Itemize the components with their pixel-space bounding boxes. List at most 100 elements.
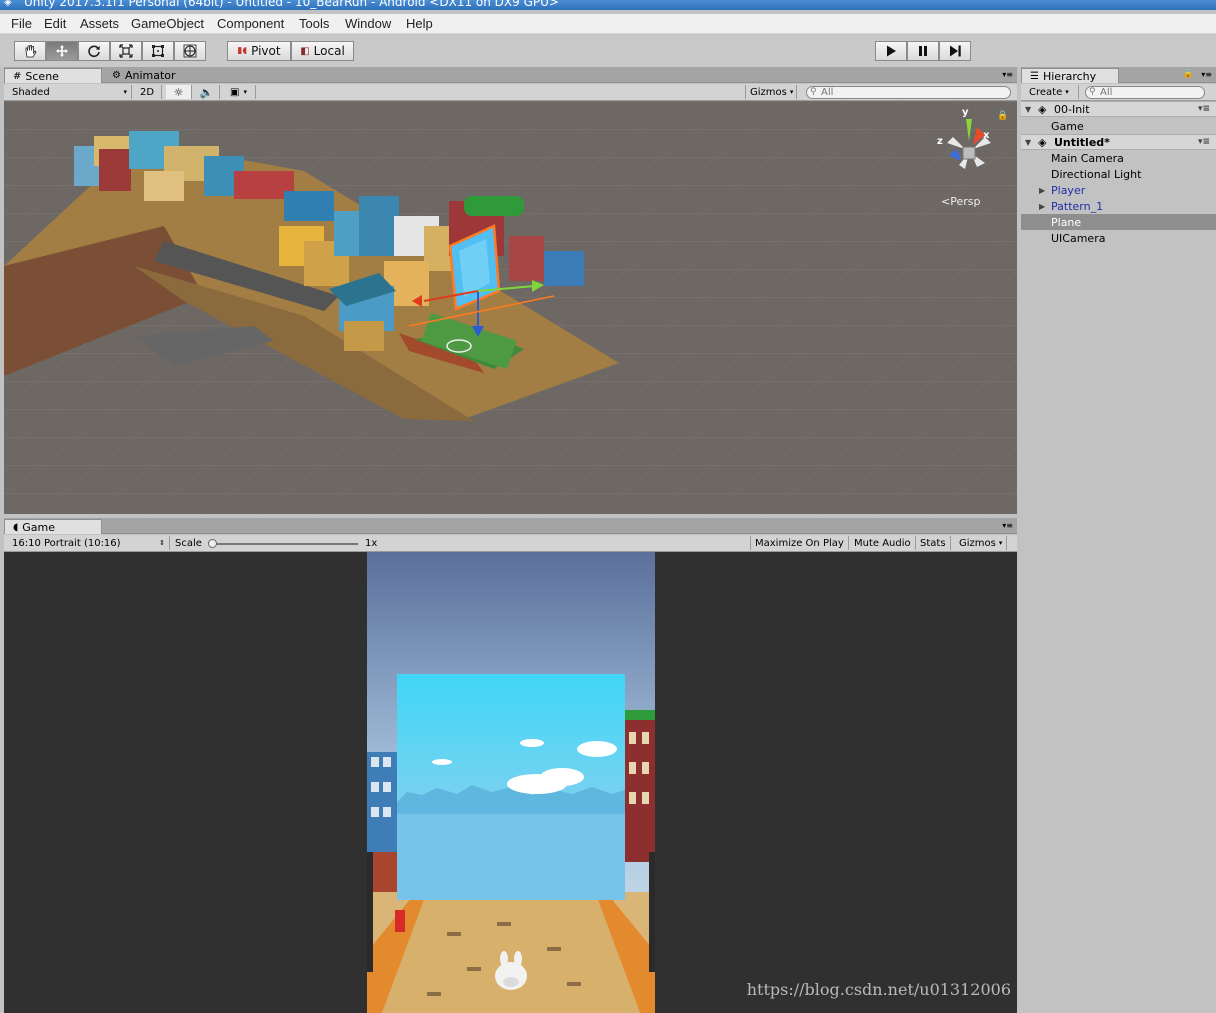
menu-file[interactable]: File — [11, 16, 32, 31]
chevron-down-icon: ▾ — [123, 88, 127, 96]
local-label: Local — [313, 44, 345, 58]
pause-button[interactable] — [907, 41, 939, 61]
create-dropdown[interactable]: Create ▾ — [1025, 85, 1079, 99]
scene-gizmos-dropdown[interactable]: Gizmos ▾ — [745, 85, 797, 99]
gizmo-x-label: x — [983, 130, 990, 141]
hierarchy-item-label: UICamera — [1051, 231, 1106, 245]
rect-icon — [152, 45, 164, 57]
lighting-toggle[interactable]: ☼ — [166, 85, 192, 99]
step-icon — [950, 45, 961, 57]
menu-edit[interactable]: Edit — [44, 16, 66, 31]
scale-value: 1x — [365, 538, 378, 549]
hierarchy-item-main-camera[interactable]: Main Camera — [1021, 150, 1216, 166]
local-toggle-button[interactable]: ◧ Local — [291, 41, 354, 61]
shading-mode-dropdown[interactable]: Shaded ▾ — [8, 85, 132, 99]
scene-menu-icon[interactable]: ▾≡ — [1198, 137, 1210, 147]
hierarchy-search-placeholder: All — [1100, 87, 1113, 98]
scene-grid-icon: # — [13, 70, 22, 82]
watermark-text: https://blog.csdn.net/u01312006 — [746, 980, 1011, 999]
title-bar: ◈ Unity 2017.3.1f1 Personal (64bit) - Un… — [0, 0, 1216, 10]
step-button[interactable] — [939, 41, 971, 61]
play-button[interactable] — [875, 41, 907, 61]
hierarchy-item-label: Main Camera — [1051, 151, 1124, 165]
menu-tools[interactable]: Tools — [299, 16, 329, 31]
chevron-down-icon: ▾ — [789, 88, 794, 96]
hierarchy-item-player[interactable]: ▶ Player — [1021, 182, 1216, 198]
sun-icon: ☼ — [173, 85, 184, 99]
transform-icon — [183, 44, 197, 58]
unity-logo-icon: ◈ — [4, 0, 12, 8]
game-gizmos-label: Gizmos — [959, 537, 996, 549]
hierarchy-scene-untitled[interactable]: ▼ ◈ Untitled* ▾≡ — [1021, 134, 1216, 150]
tab-animator-label: Animator — [124, 69, 176, 82]
hierarchy-scene-label: Untitled* — [1054, 135, 1110, 149]
hierarchy-item-plane[interactable]: Plane — [1021, 214, 1216, 230]
scene-viewport[interactable]: y x z 🔒 <Persp — [4, 101, 1017, 514]
rect-tool-button[interactable] — [142, 41, 174, 61]
pivot-toggle-button[interactable]: ▮◖ Pivot — [227, 41, 291, 61]
hierarchy-item-label: Directional Light — [1051, 167, 1142, 181]
scene-menu-icon[interactable]: ▾≡ — [1198, 104, 1210, 114]
menu-assets[interactable]: Assets — [80, 16, 119, 31]
scale-slider-track[interactable] — [210, 543, 358, 545]
menu-window[interactable]: Window — [345, 16, 391, 31]
menu-help[interactable]: Help — [406, 16, 433, 31]
panel-options-icon[interactable]: ▾≡ — [1002, 521, 1013, 530]
local-cube-icon: ◧ — [300, 45, 310, 57]
lock-icon[interactable]: 🔒 — [997, 111, 1008, 121]
effects-dropdown[interactable]: ▣ ▾ — [222, 85, 256, 99]
tab-game[interactable]: ◖ Game — [4, 519, 102, 534]
projection-toggle[interactable]: <Persp — [941, 195, 980, 208]
panel-options-icon[interactable]: ▾≡ — [1201, 70, 1212, 79]
scale-tool-button[interactable] — [110, 41, 142, 61]
tab-scene[interactable]: # Scene — [4, 68, 102, 83]
pause-icon — [919, 46, 927, 56]
chevron-down-icon: ▾ — [1065, 88, 1069, 96]
main-toolbar: ▮◖ Pivot ◧ Local — [0, 35, 1216, 67]
hierarchy-search-input[interactable]: ⚲ All — [1085, 86, 1205, 99]
aspect-ratio-dropdown[interactable]: 16:10 Portrait (10:16) ⇕ — [8, 536, 170, 550]
aspect-ratio-label: 16:10 Portrait (10:16) — [12, 537, 121, 549]
menu-component[interactable]: Component — [217, 16, 284, 31]
hierarchy-scene-00-init[interactable]: ▼ ◈ 00-Init ▾≡ — [1021, 101, 1216, 117]
audio-toggle[interactable]: 🔈 — [194, 85, 220, 99]
game-pacman-icon: ◖ — [13, 521, 19, 533]
transform-tool-button[interactable] — [174, 41, 206, 61]
lock-icon[interactable]: 🔒 — [1183, 69, 1194, 79]
tab-animator[interactable]: ⚙ Animator — [104, 68, 184, 83]
pivot-label: Pivot — [251, 44, 281, 58]
game-render — [367, 552, 655, 1013]
scene-orientation-gizmo[interactable] — [929, 109, 1009, 189]
expand-arrow-icon[interactable]: ▼ — [1025, 105, 1031, 114]
hand-tool-button[interactable] — [14, 41, 46, 61]
collapsed-arrow-icon[interactable]: ▶ — [1039, 202, 1045, 211]
hierarchy-item-pattern-1[interactable]: ▶ Pattern_1 — [1021, 198, 1216, 214]
menu-gameobject[interactable]: GameObject — [131, 16, 204, 31]
game-viewport[interactable]: https://blog.csdn.net/u01312006 — [4, 552, 1017, 1013]
hierarchy-item-label: Pattern_1 — [1051, 199, 1104, 213]
panel-options-icon[interactable]: ▾≡ — [1002, 70, 1013, 79]
expand-arrow-icon[interactable]: ▼ — [1025, 138, 1031, 147]
game-gizmos-dropdown[interactable]: Gizmos ▾ — [955, 536, 1008, 550]
move-tool-button[interactable] — [46, 41, 78, 61]
hierarchy-item-label: Game — [1051, 119, 1084, 133]
move-icon — [56, 45, 68, 57]
tab-hierarchy[interactable]: ☰ Hierarchy — [1021, 68, 1119, 83]
rotate-tool-button[interactable] — [78, 41, 110, 61]
tab-hierarchy-label: Hierarchy — [1042, 69, 1097, 83]
hierarchy-item-directional-light[interactable]: Directional Light — [1021, 166, 1216, 182]
scene-search-placeholder: All — [821, 87, 834, 98]
scale-slider-handle[interactable] — [208, 539, 217, 548]
speaker-icon: 🔈 — [199, 85, 214, 99]
maximize-on-play-toggle[interactable]: Maximize On Play — [750, 536, 849, 550]
scene-search-input[interactable]: ⚲ All — [806, 86, 1011, 99]
collapsed-arrow-icon[interactable]: ▶ — [1039, 186, 1045, 195]
hierarchy-item-game[interactable]: Game — [1021, 118, 1216, 134]
mute-audio-toggle[interactable]: Mute Audio — [850, 536, 916, 550]
play-icon — [887, 45, 896, 57]
create-label: Create — [1029, 86, 1063, 98]
tab-game-label: Game — [22, 520, 56, 534]
stats-toggle[interactable]: Stats — [916, 536, 951, 550]
toggle-2d-button[interactable]: 2D — [136, 85, 162, 99]
hierarchy-item-uicamera[interactable]: UICamera — [1021, 230, 1216, 246]
